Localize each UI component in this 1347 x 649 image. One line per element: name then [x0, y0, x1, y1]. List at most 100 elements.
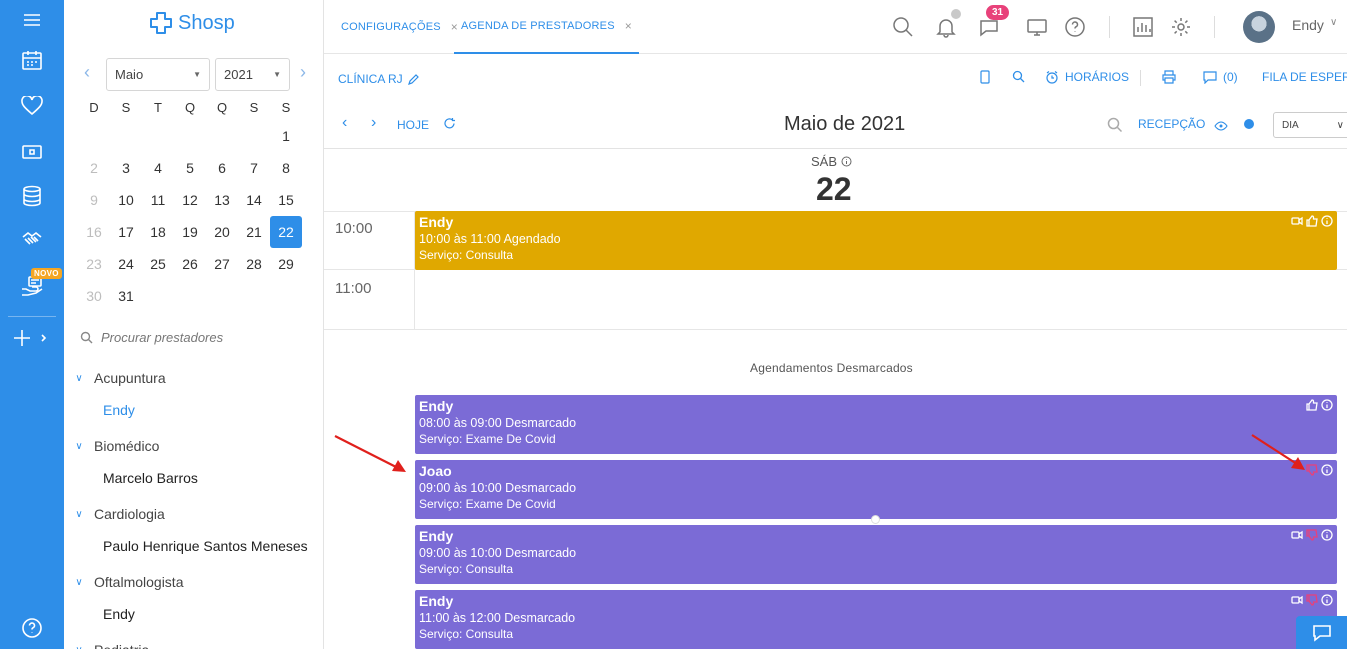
provider-item[interactable]: Marcelo Barros: [103, 470, 322, 490]
calendar-day[interactable]: 31: [110, 280, 142, 312]
specialty-item[interactable]: ∨ Pediatria: [72, 640, 322, 649]
calendar-day[interactable]: 11: [142, 184, 174, 216]
provider-item[interactable]: Endy: [103, 402, 322, 422]
video-icon[interactable]: [1291, 529, 1303, 544]
appointment-card[interactable]: Endy 10:00 às 11:00 Agendado Serviço: Cons…: [415, 211, 1337, 270]
video-icon[interactable]: [1291, 594, 1303, 609]
calendar-day[interactable]: 30: [78, 280, 110, 312]
chat-fab[interactable]: [1296, 616, 1347, 649]
calendar-day[interactable]: 10: [110, 184, 142, 216]
search-icon[interactable]: [1107, 117, 1123, 136]
calendar-day[interactable]: 25: [142, 248, 174, 280]
appointment-card[interactable]: Endy 09:00 às 10:00 Desmarcado Serviço: Co…: [415, 525, 1337, 584]
video-icon[interactable]: [1291, 215, 1303, 230]
calendar-day[interactable]: 16: [78, 216, 110, 248]
calendar-day[interactable]: 13: [206, 184, 238, 216]
thumbs-down-icon[interactable]: [1306, 529, 1318, 544]
info-icon[interactable]: [1321, 215, 1333, 230]
search-icon[interactable]: [1012, 70, 1025, 83]
next-period-arrow[interactable]: ›: [371, 114, 376, 132]
calendar-day[interactable]: 18: [142, 216, 174, 248]
month-select[interactable]: Maio ▼: [106, 58, 210, 91]
user-name[interactable]: Endy: [1292, 17, 1324, 33]
calendar-day[interactable]: 24: [110, 248, 142, 280]
info-icon[interactable]: [1321, 399, 1333, 414]
close-icon[interactable]: ×: [625, 19, 632, 33]
specialty-item[interactable]: ∨ Biomédico: [72, 436, 322, 456]
clinic-selector[interactable]: CLÍNICA RJ: [338, 72, 419, 86]
calendar-day[interactable]: 3: [110, 152, 142, 184]
help-circle-icon[interactable]: [1062, 14, 1088, 40]
appointment-card[interactable]: Endy 11:00 às 12:00 Desmarcado Serviço: Co…: [415, 590, 1337, 649]
horarios-button[interactable]: HORÁRIOS: [1045, 70, 1129, 84]
thumbs-up-icon[interactable]: [1306, 215, 1318, 230]
thumbs-down-icon[interactable]: [1306, 464, 1318, 479]
waitlist-button[interactable]: FILA DE ESPERA: [1262, 70, 1347, 84]
plus-icon[interactable]: [0, 318, 64, 358]
brand-logo[interactable]: Shosp: [148, 10, 235, 36]
calendar-day[interactable]: 7: [238, 152, 270, 184]
view-select[interactable]: DIA ∨: [1273, 112, 1347, 138]
chevron-down-icon[interactable]: ∨: [1330, 17, 1337, 28]
calendar-day[interactable]: 5: [174, 152, 206, 184]
calendar-day[interactable]: 23: [78, 248, 110, 280]
provider-item[interactable]: Endy: [103, 606, 322, 626]
tab-configuracoes[interactable]: CONFIGURAÇÕES ×: [341, 0, 458, 54]
appointment-card[interactable]: Joao 09:00 às 10:00 Desmarcado Serviço: Ex…: [415, 460, 1337, 519]
calendar-day[interactable]: 9: [78, 184, 110, 216]
calendar-day[interactable]: 20: [206, 216, 238, 248]
calendar-day[interactable]: 12: [174, 184, 206, 216]
thumbs-down-icon[interactable]: [1306, 594, 1318, 609]
calendar-day[interactable]: 19: [174, 216, 206, 248]
search-icon[interactable]: [890, 14, 916, 40]
info-icon[interactable]: [1321, 594, 1333, 609]
calendar-day[interactable]: 22: [270, 216, 302, 248]
avatar[interactable]: [1243, 11, 1275, 43]
handshake-icon[interactable]: [0, 220, 64, 260]
calendar-day[interactable]: 1: [270, 120, 302, 152]
reception-link[interactable]: RECEPÇÃO: [1138, 117, 1205, 131]
calendar-day[interactable]: 4: [142, 152, 174, 184]
heart-icon[interactable]: [0, 86, 64, 126]
refresh-icon[interactable]: [443, 117, 456, 133]
year-select[interactable]: 2021 ▼: [215, 58, 290, 91]
info-icon[interactable]: [841, 156, 852, 167]
calendar-day[interactable]: 14: [238, 184, 270, 216]
calendar-day[interactable]: 27: [206, 248, 238, 280]
provider-item[interactable]: Paulo Henrique Santos Meneses: [103, 538, 322, 558]
specialty-item[interactable]: ∨ Oftalmologista: [72, 572, 322, 592]
printer-icon[interactable]: [1162, 70, 1176, 84]
resize-handle[interactable]: [871, 515, 880, 524]
calendar-icon[interactable]: [0, 40, 64, 80]
calendar-day[interactable]: 17: [110, 216, 142, 248]
gear-icon[interactable]: [1168, 14, 1194, 40]
money-icon[interactable]: [0, 132, 64, 172]
next-month-arrow[interactable]: ›: [300, 62, 306, 83]
thumbs-up-icon[interactable]: [1306, 399, 1318, 414]
messages-button[interactable]: (0): [1203, 70, 1238, 84]
report-chart-icon[interactable]: [1130, 14, 1156, 40]
help-icon[interactable]: [0, 608, 64, 648]
menu-icon[interactable]: [0, 0, 64, 40]
calendar-day[interactable]: 29: [270, 248, 302, 280]
calendar-day[interactable]: 21: [238, 216, 270, 248]
specialty-item[interactable]: ∨ Acupuntura: [72, 368, 322, 388]
specialty-item[interactable]: ∨ Cardiologia: [72, 504, 322, 524]
calendar-day[interactable]: 2: [78, 152, 110, 184]
info-icon[interactable]: [1321, 464, 1333, 479]
prev-period-arrow[interactable]: ‹: [342, 114, 347, 132]
database-icon[interactable]: [0, 176, 64, 216]
calendar-day[interactable]: 15: [270, 184, 302, 216]
info-icon[interactable]: [1321, 529, 1333, 544]
calendar-day[interactable]: 6: [206, 152, 238, 184]
monitor-icon[interactable]: [1024, 14, 1050, 40]
provider-search[interactable]: Procurar prestadores: [80, 330, 223, 345]
calendar-day[interactable]: 28: [238, 248, 270, 280]
appointment-card[interactable]: Endy 08:00 às 09:00 Desmarcado Serviço: Ex…: [415, 395, 1337, 454]
prev-month-arrow[interactable]: ‹: [84, 62, 90, 83]
tab-agenda-de-prestadores[interactable]: AGENDA DE PRESTADORES ×: [454, 0, 639, 54]
mobile-icon[interactable]: [980, 70, 990, 84]
today-button[interactable]: HOJE: [397, 118, 429, 132]
calendar-day[interactable]: 8: [270, 152, 302, 184]
calendar-day[interactable]: 26: [174, 248, 206, 280]
